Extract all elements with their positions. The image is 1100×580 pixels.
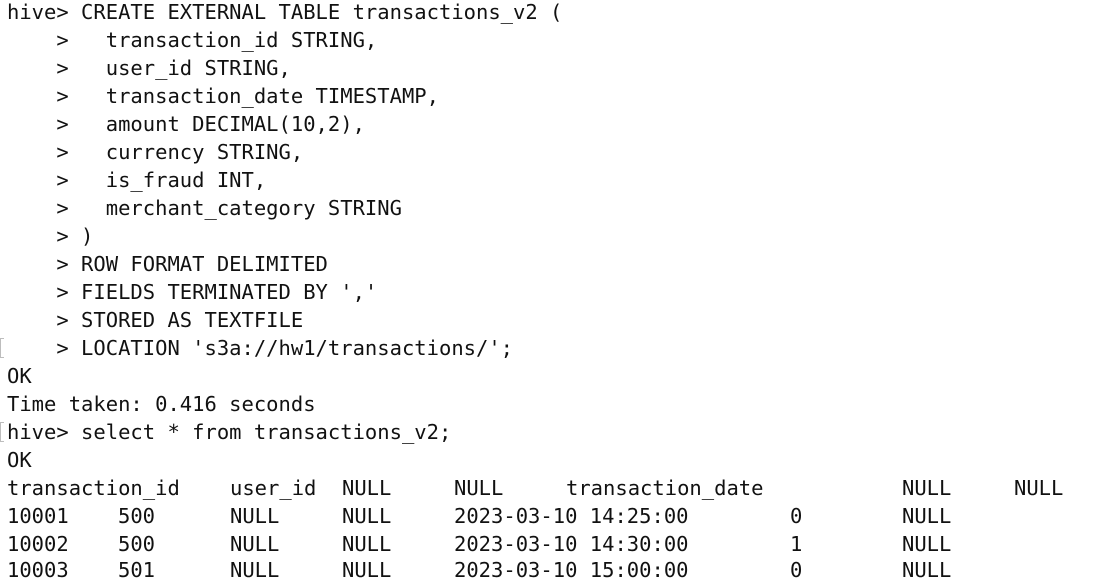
header-cell: NULL — [342, 476, 392, 500]
header-cell: NULL — [1014, 476, 1064, 500]
cell-transaction-id: 10003 — [7, 558, 69, 580]
create-line: > merchant_category STRING — [7, 196, 402, 220]
header-cell: user_id — [230, 476, 317, 500]
create-line: > amount DECIMAL(10,2), — [7, 112, 365, 136]
create-line: > is_fraud INT, — [7, 168, 267, 192]
terminal-window[interactable]: hive> CREATE EXTERNAL TABLE transactions… — [0, 0, 1100, 580]
header-cell: transaction_date — [566, 476, 764, 500]
cell-user-id: 501 — [118, 558, 156, 580]
cell-user-id: 500 — [118, 504, 156, 528]
cell-null: NULL — [230, 532, 280, 556]
cell-null: NULL — [342, 532, 392, 556]
cell-null: NULL — [342, 504, 392, 528]
cell-null: NULL — [902, 504, 952, 528]
cell-is-fraud: 1 — [790, 532, 803, 556]
create-line: > transaction_id STRING, — [7, 28, 378, 52]
cell-user-id: 500 — [118, 532, 156, 556]
cell-null: NULL — [902, 532, 952, 556]
create-line: > currency STRING, — [7, 140, 304, 164]
cell-transaction-id: 10001 — [7, 504, 69, 528]
cell-null: NULL — [902, 558, 952, 580]
create-line: > ) — [7, 224, 94, 248]
line-mark-indicator — [0, 338, 4, 358]
cell-transaction-date: 2023-03-10 14:30:00 — [454, 532, 689, 556]
result-row: 10001 500 NULL NULL 2023-03-10 14:25:00 … — [0, 502, 1100, 530]
select-command: hive> select * from transactions_v2; — [7, 420, 452, 444]
header-cell: NULL — [454, 476, 504, 500]
cell-null: NULL — [342, 558, 392, 580]
header-cell: NULL — [902, 476, 952, 500]
result-row: 10003 501 NULL NULL 2023-03-10 15:00:00 … — [0, 556, 1100, 580]
cell-null: NULL — [230, 504, 280, 528]
line-mark-indicator — [0, 422, 4, 442]
create-line: > ROW FORMAT DELIMITED — [7, 252, 328, 276]
create-line: > STORED AS TEXTFILE — [7, 308, 304, 332]
result-header-row: transaction_id user_id NULL NULL transac… — [0, 474, 1100, 502]
header-cell: transaction_id — [7, 476, 180, 500]
cell-transaction-date: 2023-03-10 15:00:00 — [454, 558, 689, 580]
cell-transaction-date: 2023-03-10 14:25:00 — [454, 504, 689, 528]
create-line: > transaction_date TIMESTAMP, — [7, 84, 439, 108]
cell-is-fraud: 0 — [790, 504, 803, 528]
create-line: hive> CREATE EXTERNAL TABLE transactions… — [7, 0, 563, 24]
status-ok: OK — [7, 364, 32, 388]
create-line: > user_id STRING, — [7, 56, 291, 80]
create-line: > LOCATION 's3a://hw1/transactions/'; — [7, 336, 514, 360]
time-taken: Time taken: 0.416 seconds — [7, 392, 316, 416]
create-line: > FIELDS TERMINATED BY ',' — [7, 280, 378, 304]
status-ok: OK — [7, 448, 32, 472]
cell-null: NULL — [230, 558, 280, 580]
result-row: 10002 500 NULL NULL 2023-03-10 14:30:00 … — [0, 530, 1100, 558]
cell-is-fraud: 0 — [790, 558, 803, 580]
cell-transaction-id: 10002 — [7, 532, 69, 556]
